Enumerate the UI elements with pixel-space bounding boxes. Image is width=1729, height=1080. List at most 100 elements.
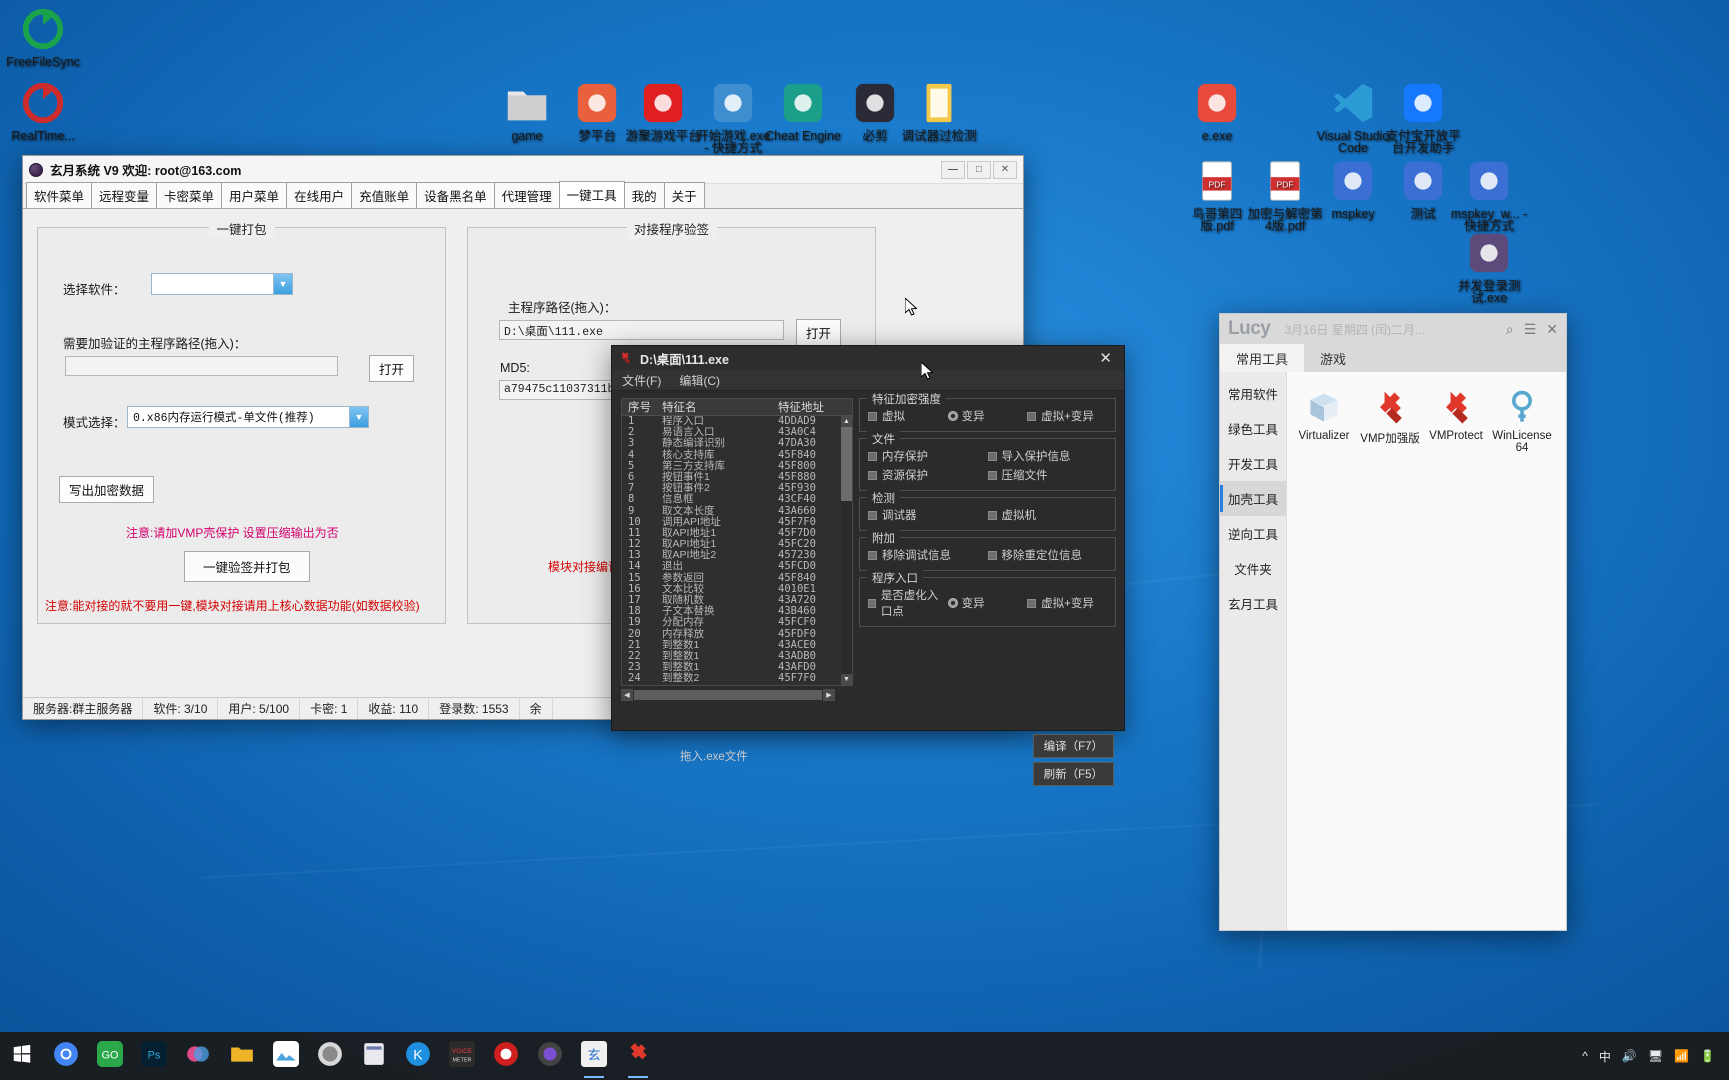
lucy-tool-2[interactable]: VMProtect [1423, 386, 1489, 454]
desktop-icon-mspkeyw[interactable]: mspkey_w... - 快捷方式 [1450, 158, 1528, 233]
desktop-icon-eexe[interactable]: e.exe [1178, 80, 1256, 142]
open-button-left[interactable]: 打开 [369, 355, 415, 382]
option-虚拟机[interactable]: 虚拟机 [987, 507, 1108, 523]
feature-row[interactable]: 19 分配内存 45FCF0 [622, 617, 852, 628]
close-icon[interactable]: ✕ [1093, 349, 1118, 367]
taskbar-xuanyue-app[interactable]: 玄 [572, 1032, 616, 1080]
minimize-button[interactable]: — [941, 160, 965, 179]
feature-row[interactable]: 21 到整数1 43ACE0 [622, 639, 852, 651]
menu-icon[interactable]: ☰ [1524, 321, 1537, 338]
taskbar-go-app[interactable]: GO [88, 1032, 132, 1080]
lucy-sidebar[interactable]: 常用软件 绿色工具 开发工具 加壳工具 逆向工具 文件夹 玄月工具 [1220, 372, 1286, 930]
lucy-sidebar-2[interactable]: 开发工具 [1220, 446, 1286, 481]
main-path-input[interactable] [65, 356, 338, 376]
feature-row[interactable]: 13 取API地址2 457230 [622, 550, 852, 561]
system-tray[interactable]: ^ 中 🔊 🖥 📶 🔋 [1582, 1048, 1729, 1065]
tab-9[interactable]: 我的 [623, 182, 665, 208]
tab-5[interactable]: 充值账单 [351, 182, 418, 208]
verify-main-path-input[interactable]: D:\桌面\111.exe [499, 320, 784, 340]
desktop-icon-RealTime[interactable]: RealTime... [4, 80, 82, 142]
scroll-down-icon[interactable]: ▼ [841, 673, 852, 685]
tab-3[interactable]: 用户菜单 [221, 182, 288, 208]
xuanyue-tabbar[interactable]: 软件菜单 远程变量 卡密菜单 用户菜单 在线用户 充值账单 设备黑名单 代理管理 一键工具 我的关… [23, 181, 1023, 209]
radio-checked-icon[interactable] [947, 411, 958, 421]
feature-list[interactable]: 序号 特征名 特征地址 ▲ ▼ 1 程序入口 4DDAD9 2 易语言入口 43A0C4 3… [621, 398, 853, 686]
tab-1[interactable]: 远程变量 [91, 182, 158, 208]
radio-checked-icon[interactable] [947, 598, 958, 608]
desktop-icon-kaifadenglu[interactable]: 并发登录测试.exe [1450, 230, 1528, 305]
lucy-tool-1[interactable]: VMP加强版 [1357, 386, 1423, 454]
desktop-icon-vscode[interactable]: Visual Studio Code [1314, 80, 1392, 155]
tray-item-1[interactable]: 中 [1599, 1048, 1611, 1065]
feature-row[interactable]: 14 退出 45FCD0 [622, 561, 852, 572]
feature-row[interactable]: 4 核心支持库 45F840 [622, 449, 852, 461]
option-内存保护[interactable]: 内存保护 [868, 448, 988, 464]
lucy-window[interactable]: Lucy 3月16日 星期四 (闰)二月... ⌕ ☰ ✕ 常用工具 游戏 常用软… [1219, 313, 1567, 931]
taskbar-file-explorer[interactable] [220, 1032, 264, 1080]
feature-row[interactable]: 3 静态编译识别 47DA30 [622, 438, 852, 449]
taskbar-photos[interactable] [264, 1032, 308, 1080]
close-button[interactable]: ✕ [993, 160, 1017, 179]
vmp-menubar[interactable]: 文件(F) 编辑(C) [612, 370, 1124, 391]
feature-row[interactable]: 20 内存释放 45FDF0 [622, 628, 852, 640]
scroll-right-icon[interactable]: ▶ [823, 688, 835, 701]
feature-row[interactable]: 6 按钮事件1 45F880 [622, 471, 852, 483]
mode-dropdown[interactable]: 0.x86内存运行模式-单文件(推荐) ▼ [127, 406, 369, 428]
checkbox-unchecked-icon[interactable] [868, 550, 877, 560]
tab-6[interactable]: 设备黑名单 [416, 182, 495, 208]
maximize-button[interactable]: □ [967, 160, 991, 179]
feature-rows[interactable]: ▲ ▼ 1 程序入口 4DDAD9 2 易语言入口 43A0C4 3 静态编译识别 47DA30… [622, 416, 852, 685]
lucy-sidebar-0[interactable]: 常用软件 [1220, 376, 1286, 411]
checkbox-unchecked-icon[interactable] [987, 550, 997, 560]
option-变异[interactable]: 变异 [947, 408, 1028, 424]
feature-row[interactable]: 7 按钮事件2 45F930 [622, 482, 852, 494]
taskbar-photoshop[interactable]: Ps [132, 1032, 176, 1080]
feature-row[interactable]: 8 信息框 43CF40 [622, 494, 852, 505]
option-变异[interactable]: 变异 [947, 595, 1028, 611]
taskbar-design-app[interactable] [176, 1032, 220, 1080]
lucy-header-icons[interactable]: ⌕ ☰ ✕ [1506, 321, 1558, 338]
list-vertical-scrollbar[interactable]: ▲ ▼ [841, 416, 852, 685]
tray-item-3[interactable]: 🖥 [1648, 1049, 1663, 1063]
desktop-icon-cheatengine[interactable]: Cheat Engine [764, 80, 842, 142]
desktop-icon-tiaoshiqi[interactable]: 调试器过检测 [900, 80, 978, 142]
lucy-sidebar-4[interactable]: 逆向工具 [1220, 516, 1286, 551]
taskbar-recorder[interactable] [484, 1032, 528, 1080]
checkbox-unchecked-icon[interactable] [1027, 411, 1037, 421]
tab-4[interactable]: 在线用户 [286, 182, 353, 208]
compile-button[interactable]: 编译（F7） [1032, 734, 1114, 758]
window-controls[interactable]: — □ ✕ [941, 160, 1017, 179]
lucy-tab-1[interactable]: 游戏 [1304, 344, 1362, 372]
feature-row[interactable]: 12 取API地址1 45FC20 [622, 538, 852, 550]
option-虚拟+变异[interactable]: 虚拟+变异 [1027, 595, 1107, 611]
lucy-sidebar-1[interactable]: 绿色工具 [1220, 411, 1286, 446]
taskbar-camera[interactable] [528, 1032, 572, 1080]
vmp-menu-0[interactable]: 文件(F) [622, 372, 661, 389]
desktop-icon-kaishiyouxi[interactable]: 开始游戏.exe - 快捷方式 [694, 80, 772, 155]
scroll-thumb[interactable] [841, 427, 852, 501]
feature-row[interactable]: 2 易语言入口 43A0C4 [622, 426, 852, 438]
taskbar-vmprotect-app[interactable] [616, 1032, 660, 1080]
scroll-up-icon[interactable]: ▲ [841, 416, 852, 427]
lucy-sidebar-3[interactable]: 加壳工具 [1220, 481, 1286, 516]
option-资源保护[interactable]: 资源保护 [868, 467, 988, 483]
search-icon[interactable]: ⌕ [1506, 321, 1514, 338]
taskbar-notes[interactable] [352, 1032, 396, 1080]
desktop-icon-game[interactable]: game [488, 80, 566, 142]
taskbar-chrome[interactable] [44, 1032, 88, 1080]
checkbox-unchecked-icon[interactable] [987, 451, 997, 461]
feature-row[interactable]: 22 到整数1 43ADB0 [622, 650, 852, 662]
tray-item-2[interactable]: 🔊 [1622, 1049, 1637, 1063]
one-click-sign-pack-button[interactable]: 一键验签并打包 [184, 551, 310, 582]
option-是否虚化入口点[interactable]: 是否虚化入口点 [868, 587, 948, 619]
write-encrypted-data-button[interactable]: 写出加密数据 [59, 476, 155, 503]
scroll-left-icon[interactable]: ◀ [621, 688, 633, 701]
tab-10[interactable]: 关于 [663, 182, 705, 208]
feature-row[interactable]: 15 参数返回 45F840 [622, 572, 852, 584]
lucy-tabbar[interactable]: 常用工具 游戏 [1220, 344, 1566, 372]
lucy-tool-3[interactable]: WinLicense 64 [1489, 386, 1555, 454]
tab-2[interactable]: 卡密菜单 [156, 182, 223, 208]
taskbar[interactable]: GO Ps K VOICE METER 玄 ^ 中 🔊 🖥 📶 🔋 [0, 1032, 1729, 1080]
tab-8[interactable]: 一键工具 [558, 181, 625, 208]
desktop-icon-FreeFileSync[interactable]: FreeFileSync [4, 6, 82, 68]
